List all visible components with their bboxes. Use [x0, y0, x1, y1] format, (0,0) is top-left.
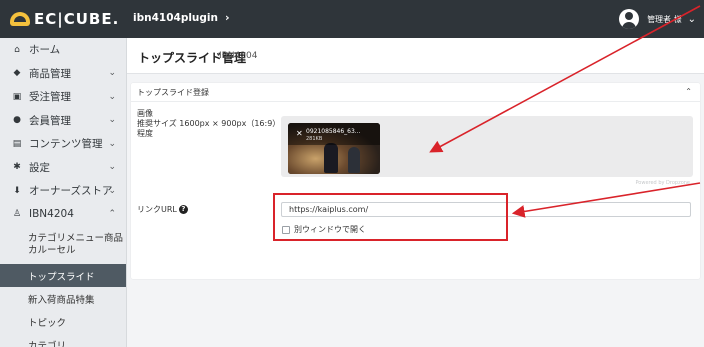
- sidebar-item-orders[interactable]: ▣ 受注管理 ⌄: [0, 85, 126, 109]
- home-icon: ⌂: [14, 44, 20, 55]
- user-plugin-icon: ♙: [12, 209, 22, 220]
- sidebar-item-label: ホーム: [29, 44, 61, 57]
- eccube-logo[interactable]: EC|CUBE.: [10, 9, 119, 29]
- sidebar-item-customers[interactable]: ● 会員管理 ⌄: [0, 109, 126, 133]
- chevron-down-icon: ⌄: [108, 162, 116, 173]
- page-header: トップスライド管理 IBN4204: [127, 38, 704, 74]
- sidebar-item-contents[interactable]: ▤ コンテンツ管理 ⌄: [0, 132, 126, 156]
- sidebar-item-label: 会員管理: [29, 114, 71, 127]
- image-size-hint: 推奨サイズ 1600px × 900px（16:9）程度: [137, 119, 277, 138]
- sidebar-item-settings[interactable]: ✱ 設定 ⌄: [0, 156, 126, 180]
- user-name-label: 管理者 様: [647, 14, 682, 24]
- user-avatar-icon: [619, 9, 640, 29]
- plug-icon: ⬇: [13, 185, 21, 196]
- top-bar: EC|CUBE. ibn4104plugin › 管理者 様 ⌄: [0, 0, 704, 38]
- thumbnail-filename: 0921085846_63...: [306, 128, 361, 135]
- page-subtitle: IBN4204: [219, 51, 258, 61]
- admin-page: EC|CUBE. ibn4104plugin › 管理者 様 ⌄ ⌂ ホーム ◆…: [0, 0, 704, 347]
- sidebar-item-products[interactable]: ◆ 商品管理 ⌄: [0, 62, 126, 86]
- thumbnail-filesize: 281KB: [306, 136, 323, 142]
- sidebar-item-home[interactable]: ⌂ ホーム: [0, 38, 126, 62]
- file-icon: ▤: [12, 138, 22, 149]
- chevron-right-icon: ›: [225, 11, 230, 24]
- chevron-down-icon: ⌄: [108, 115, 116, 126]
- sidebar-item-label: コンテンツ管理: [29, 138, 103, 151]
- image-dropzone[interactable]: ✕ 0921085846_63... 281KB: [281, 116, 693, 177]
- chevron-up-icon: ⌃: [108, 209, 116, 220]
- sidebar-subitem-category-carousel[interactable]: カテゴリメニュー商品カルーセル: [0, 226, 126, 264]
- sidebar-item-label: 受注管理: [29, 91, 71, 104]
- sidebar-item-label: IBN4204: [29, 208, 74, 221]
- link-url-label: リンクURL?: [137, 205, 188, 215]
- sidebar-item-label: オーナーズストア: [29, 185, 113, 198]
- sidebar: ⌂ ホーム ◆ 商品管理 ⌄ ▣ 受注管理 ⌄ ● 会員管理 ⌄ ▤ コンテンツ…: [0, 38, 127, 347]
- sidebar-item-owners-store[interactable]: ⬇ オーナーズストア ⌄: [0, 179, 126, 203]
- chevron-down-icon: ⌄: [108, 185, 116, 196]
- user-menu[interactable]: 管理者 様 ⌄: [619, 7, 696, 31]
- slide-register-card: トップスライド登録 ⌃ 画像 推奨サイズ 1600px × 900px（16:9…: [131, 83, 700, 279]
- chevron-down-icon: ⌄: [108, 138, 116, 149]
- image-label: 画像: [137, 109, 153, 118]
- card-header[interactable]: トップスライド登録 ⌃: [131, 83, 700, 102]
- sidebar-item-label: 商品管理: [29, 67, 71, 80]
- shop-name-label: ibn4104plugin: [133, 11, 218, 24]
- dropzone-powered-by: Powered by Dropzone: [635, 180, 690, 186]
- sidebar-subitem-category[interactable]: カテゴリ: [0, 333, 126, 347]
- card-title: トップスライド登録: [137, 87, 209, 97]
- sidebar-item-ibn4204[interactable]: ♙ IBN4204 ⌃: [0, 203, 126, 227]
- chevron-down-icon: ⌄: [687, 13, 696, 25]
- logo-mark-icon: [10, 12, 30, 26]
- shop-link[interactable]: ibn4104plugin ›: [133, 11, 230, 24]
- chevron-down-icon: ⌄: [108, 68, 116, 79]
- gear-icon: ✱: [13, 162, 21, 173]
- uploaded-image-thumbnail[interactable]: ✕ 0921085846_63... 281KB: [288, 123, 380, 174]
- sidebar-item-label: 設定: [29, 161, 50, 174]
- sidebar-subitem-top-slide[interactable]: トップスライド: [0, 264, 126, 287]
- close-icon[interactable]: ✕: [296, 129, 303, 138]
- chevron-up-icon[interactable]: ⌃: [685, 87, 692, 96]
- tag-icon: ◆: [13, 68, 21, 79]
- users-icon: ●: [13, 115, 21, 126]
- help-icon[interactable]: ?: [178, 205, 188, 214]
- annotation-highlight-box: [273, 193, 508, 241]
- chevron-down-icon: ⌄: [108, 91, 116, 102]
- sidebar-subitem-new-arrivals[interactable]: 新入荷商品特集: [0, 287, 126, 310]
- sidebar-subitem-topics[interactable]: トピック: [0, 310, 126, 333]
- cart-icon: ▣: [12, 91, 22, 102]
